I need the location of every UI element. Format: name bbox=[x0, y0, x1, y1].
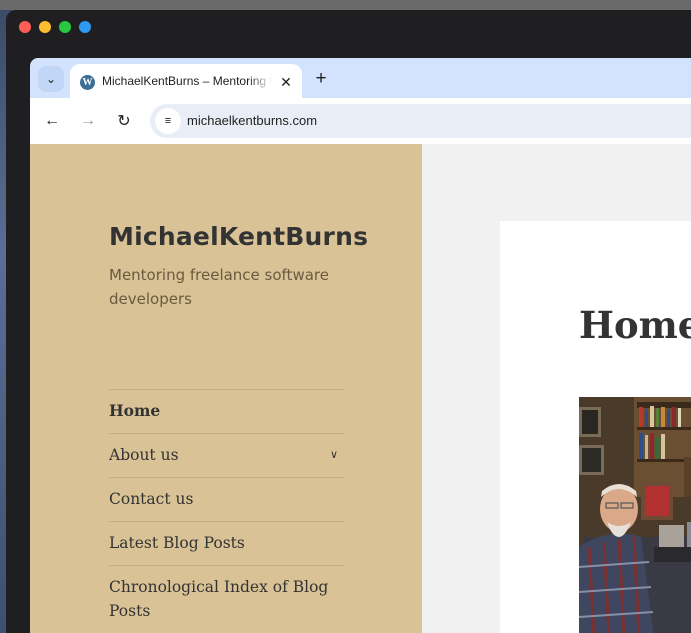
page-title: Home bbox=[579, 303, 691, 347]
browser-toolbar: ← → ↻ ≡ michaelkentburns.com bbox=[30, 98, 691, 144]
menu-item-label: Home bbox=[109, 401, 161, 420]
forward-arrow-icon[interactable]: → bbox=[77, 110, 99, 132]
fullscreen-window-button[interactable] bbox=[79, 21, 91, 33]
menu-item-label: About us bbox=[109, 446, 179, 464]
menu-item-label: Latest Blog Posts bbox=[109, 534, 245, 552]
tab-title: MichaelKentBurns – Mentoring freelance s… bbox=[102, 74, 272, 90]
close-window-button[interactable] bbox=[19, 21, 31, 33]
site-tagline: Mentoring freelance software developers bbox=[109, 266, 329, 308]
featured-photo bbox=[579, 397, 691, 633]
menu-item-chronological-index[interactable]: Chronological Index of Blog Posts bbox=[109, 566, 344, 633]
zoom-window-button[interactable] bbox=[59, 21, 71, 33]
new-tab-button[interactable]: + bbox=[310, 68, 332, 90]
back-arrow-icon[interactable]: ← bbox=[41, 110, 63, 132]
menu-item-home[interactable]: Home bbox=[109, 390, 344, 434]
tab-search-button[interactable]: ⌄ bbox=[38, 66, 64, 92]
close-icon[interactable]: ✕ bbox=[276, 72, 296, 92]
photo-image bbox=[579, 397, 691, 633]
menu-item-label: Contact us bbox=[109, 490, 194, 508]
menu-item-latest-blog-posts[interactable]: Latest Blog Posts bbox=[109, 522, 344, 566]
reload-icon[interactable]: ↻ bbox=[113, 110, 135, 132]
minimize-window-button[interactable] bbox=[39, 21, 51, 33]
tab-active[interactable]: W MichaelKentBurns – Mentoring freelance… bbox=[70, 64, 302, 98]
main-menu: Home About us ∨ Contact us Latest Blog P… bbox=[109, 389, 344, 633]
tab-strip: ⌄ W MichaelKentBurns – Mentoring freelan… bbox=[30, 58, 691, 98]
site-sidebar: MichaelKentBurns Mentoring freelance sof… bbox=[30, 144, 422, 633]
url-text[interactable]: michaelkentburns.com bbox=[187, 113, 317, 128]
site-title[interactable]: MichaelKentBurns bbox=[109, 222, 368, 251]
address-bar[interactable]: ≡ michaelkentburns.com bbox=[150, 104, 691, 138]
wordpress-icon: W bbox=[80, 75, 95, 90]
menu-item-contact-us[interactable]: Contact us bbox=[109, 478, 344, 522]
browser-window: ⌄ W MichaelKentBurns – Mentoring freelan… bbox=[30, 58, 691, 633]
menu-item-label: Chronological Index of Blog Posts bbox=[109, 578, 329, 620]
menu-item-about-us[interactable]: About us ∨ bbox=[109, 434, 344, 478]
mac-menubar bbox=[0, 0, 691, 10]
chevron-down-icon[interactable]: ∨ bbox=[330, 443, 338, 467]
site-settings-icon[interactable]: ≡ bbox=[155, 108, 181, 134]
web-page: MichaelKentBurns Mentoring freelance sof… bbox=[30, 144, 691, 633]
chevron-down-icon: ⌄ bbox=[45, 72, 57, 86]
main-content: Home bbox=[500, 221, 691, 633]
